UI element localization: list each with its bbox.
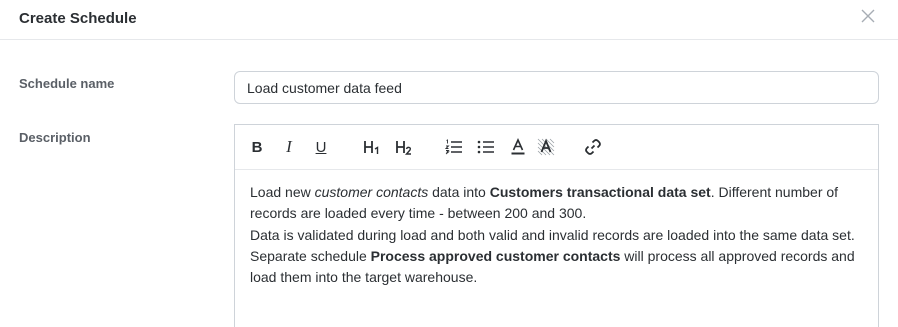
- italic-button[interactable]: I: [278, 137, 300, 157]
- text-color-button[interactable]: [507, 137, 529, 157]
- schedule-name-label: Schedule name: [19, 76, 115, 91]
- numbered-list-button[interactable]: [443, 137, 465, 157]
- link-button[interactable]: [582, 137, 604, 157]
- schedule-name-input[interactable]: [234, 71, 879, 104]
- heading-2-icon: [396, 141, 412, 155]
- italic-icon: I: [286, 137, 292, 156]
- underline-icon: U: [315, 138, 327, 156]
- numbered-list-icon: [445, 139, 462, 155]
- link-icon: [585, 139, 601, 155]
- bullet-list-button[interactable]: [475, 137, 497, 157]
- underline-button[interactable]: U: [310, 137, 332, 157]
- heading-1-button[interactable]: [360, 137, 386, 157]
- bold-icon: B: [251, 138, 263, 156]
- bold-text: Process approved customer contacts: [370, 247, 621, 264]
- text-color-icon: [511, 138, 525, 155]
- text-run: Separate schedule: [250, 247, 371, 264]
- highlight-icon: [537, 138, 555, 156]
- dialog-title: Create Schedule: [19, 10, 137, 27]
- description-label: Description: [19, 130, 91, 145]
- description-content[interactable]: Load new customer contacts data into Cus…: [250, 182, 865, 288]
- description-editor: B I U Load new customer contacts data in…: [234, 124, 879, 327]
- bold-text: Customers transactional data set: [489, 184, 711, 200]
- heading-2-button[interactable]: [392, 137, 418, 157]
- text-run: data into: [428, 184, 490, 200]
- bold-button[interactable]: B: [246, 137, 268, 157]
- text-run: Load new: [250, 184, 315, 200]
- description-paragraph-3: Separate schedule Process approved custo…: [250, 246, 865, 289]
- description-paragraph-2: Data is validated during load and both v…: [250, 226, 855, 243]
- dialog-header: Create Schedule: [0, 0, 898, 40]
- italic-text: customer contacts: [314, 184, 429, 200]
- highlight-button[interactable]: [535, 137, 557, 157]
- heading-1-icon: [364, 141, 379, 154]
- editor-toolbar: B I U: [235, 125, 878, 170]
- description-paragraph-1: Load new customer contacts data into Cus…: [250, 182, 865, 225]
- bullet-list-icon: [477, 140, 494, 154]
- close-icon[interactable]: [859, 7, 877, 25]
